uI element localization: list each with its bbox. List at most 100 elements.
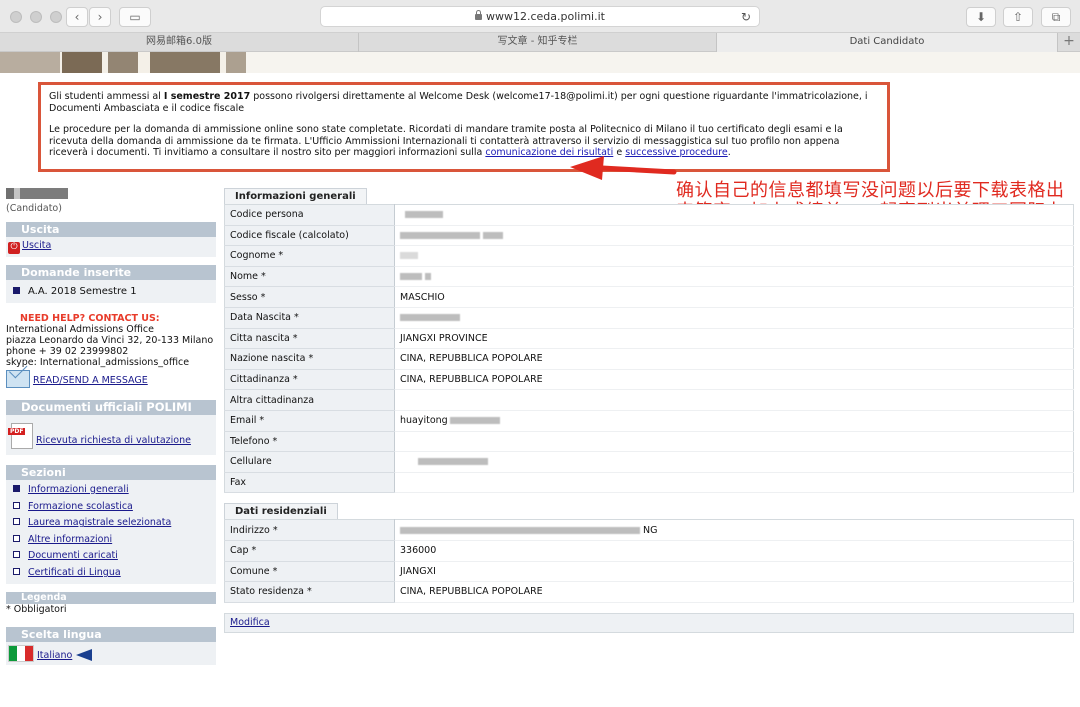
field-value: CINA, REPUBBLICA POPOLARE <box>394 348 1074 370</box>
share-icon[interactable]: ⇧ <box>1003 7 1033 27</box>
field-value <box>394 451 1074 473</box>
user-name-redacted <box>6 188 68 199</box>
sezione-link[interactable]: Documenti caricati <box>28 550 118 561</box>
table-row: Nazione nascita * CINA, REPUBBLICA POPOLA… <box>224 348 1074 370</box>
table-row: Sesso * MASCHIO <box>224 286 1074 308</box>
logout-icon[interactable]: ⏻ <box>8 242 20 254</box>
sezione-item[interactable]: Certificati di Lingua <box>8 565 214 582</box>
tab-dati-candidato[interactable]: Dati Candidato <box>717 33 1058 52</box>
sezione-item[interactable]: Informazioni generali <box>8 482 214 499</box>
notice-paragraph-1: Gli studenti ammessi al I semestre 2017 … <box>49 91 868 114</box>
italiano-link[interactable]: Italiano <box>37 650 72 661</box>
tab-mail[interactable]: 网易邮箱6.0版 <box>0 33 359 52</box>
field-label: Cognome * <box>224 245 395 267</box>
uscita-header: Uscita <box>6 222 216 237</box>
field-value <box>394 431 1074 453</box>
bullet-icon <box>13 534 20 542</box>
italy-flag-icon[interactable] <box>8 644 34 662</box>
documenti-body: Ricevuta richiesta di valutazione <box>6 415 216 455</box>
download-icon[interactable]: ⬇ <box>966 7 996 27</box>
table-row: Email * huayitong <box>224 410 1074 432</box>
uscita-body: ⏻ Uscita <box>6 237 216 257</box>
sezione-link[interactable]: Formazione scolastica <box>28 501 133 512</box>
field-value <box>394 245 1074 267</box>
browser-toolbar: ‹ › ▭ www12.ceda.polimi.it ↻ ⬇ ⇧ ⧉ <box>0 0 1080 33</box>
help-line: skype: International_admissions_office <box>6 357 190 368</box>
field-value: CINA, REPUBBLICA POPOLARE <box>394 581 1074 603</box>
tab-zhihu[interactable]: 写文章 - 知乎专栏 <box>359 33 717 52</box>
field-value <box>394 266 1074 288</box>
zoom-window-icon[interactable] <box>50 11 62 23</box>
tab-label: 网易邮箱6.0版 <box>146 36 212 47</box>
generali-table: Codice persona Codice fiscale (calcolato… <box>224 204 1074 494</box>
reload-icon[interactable]: ↻ <box>741 7 751 27</box>
bullet-icon <box>13 501 20 509</box>
table-row: Codice persona <box>224 204 1074 226</box>
domande-header: Domande inserite <box>6 265 216 280</box>
legenda-text: * Obbligatori <box>6 603 67 615</box>
table-row: Cap * 336000 <box>224 540 1074 562</box>
table-row: Cognome * <box>224 245 1074 267</box>
url-text: www12.ceda.polimi.it <box>486 10 605 23</box>
sezione-link[interactable]: Informazioni generali <box>28 484 129 495</box>
sidebar-toggle-icon[interactable]: ▭ <box>119 7 151 27</box>
bullet-icon <box>13 518 20 526</box>
sezione-item[interactable]: Altre informazioni <box>8 532 214 549</box>
table-row: Cellulare <box>224 451 1074 473</box>
field-value <box>394 472 1074 494</box>
field-value <box>394 225 1074 247</box>
table-row: Citta nascita * JIANGXI PROVINCE <box>224 328 1074 350</box>
sezione-item[interactable]: Formazione scolastica <box>8 499 214 516</box>
domanda-item: A.A. 2018 Semestre 1 <box>28 286 137 297</box>
help-line: International Admissions Office <box>6 324 154 335</box>
table-row: Nome * <box>224 266 1074 288</box>
field-value: NG <box>394 519 1074 541</box>
field-value: 336000 <box>394 540 1074 562</box>
tab-bar: 网易邮箱6.0版 写文章 - 知乎专栏 Dati Candidato + <box>0 33 1080 52</box>
tabs-overview-icon[interactable]: ⧉ <box>1041 7 1071 27</box>
main-form: Informazioni generali Codice persona Cod… <box>224 188 1074 633</box>
sezione-link[interactable]: Altre informazioni <box>28 534 112 545</box>
legenda-header: Legenda <box>6 591 216 604</box>
sezioni-body: Informazioni generali Formazione scolast… <box>6 480 216 584</box>
field-label: Comune * <box>224 561 395 583</box>
user-role: (Candidato) <box>6 203 62 214</box>
bullet-icon <box>13 551 20 559</box>
help-contacts: International Admissions Office piazza L… <box>6 324 216 388</box>
field-label: Indirizzo * <box>224 519 395 541</box>
sezione-item[interactable]: Documenti caricati <box>8 548 214 565</box>
help-line: piazza Leonardo da Vinci 32, 20-133 Mila… <box>6 335 214 346</box>
table-row: Telefono * <box>224 431 1074 453</box>
field-label: Nome * <box>224 266 395 288</box>
field-value: JIANGXI PROVINCE <box>394 328 1074 350</box>
field-value <box>394 204 1074 226</box>
close-window-icon[interactable] <box>10 11 22 23</box>
address-bar[interactable]: www12.ceda.polimi.it ↻ <box>320 6 760 27</box>
sidebar: (Candidato) Uscita ⏻ Uscita Domande inser… <box>6 188 216 665</box>
uscita-link[interactable]: Uscita <box>22 240 51 251</box>
help-title: NEED HELP? CONTACT US: <box>20 313 160 324</box>
pdf-icon[interactable] <box>8 423 33 449</box>
sezione-link[interactable]: Certificati di Lingua <box>28 567 121 578</box>
ricevuta-link[interactable]: Ricevuta richiesta di valutazione <box>36 435 191 446</box>
field-label: Email * <box>224 410 395 432</box>
field-label: Cap * <box>224 540 395 562</box>
arrow-icon <box>76 648 93 661</box>
lingua-body: Italiano <box>6 641 216 665</box>
sezione-link[interactable]: Laurea magistrale selezionata <box>28 517 171 528</box>
message-link[interactable]: READ/SEND A MESSAGE <box>33 375 148 386</box>
table-row: Codice fiscale (calcolato) <box>224 225 1074 247</box>
table-row: Comune * JIANGXI <box>224 561 1074 583</box>
sezione-item[interactable]: Laurea magistrale selezionata <box>8 515 214 532</box>
minimize-window-icon[interactable] <box>30 11 42 23</box>
new-tab-icon[interactable]: + <box>1058 33 1080 52</box>
field-value: CINA, REPUBBLICA POPOLARE <box>394 369 1074 391</box>
modifica-link[interactable]: Modifica <box>230 617 270 628</box>
field-label: Citta nascita * <box>224 328 395 350</box>
lock-icon <box>475 10 482 20</box>
forward-icon[interactable]: › <box>89 7 111 27</box>
bullet-icon <box>13 567 20 575</box>
table-row: Cittadinanza * CINA, REPUBBLICA POPOLARE <box>224 369 1074 391</box>
back-icon[interactable]: ‹ <box>66 7 88 27</box>
mail-icon[interactable] <box>6 370 30 388</box>
